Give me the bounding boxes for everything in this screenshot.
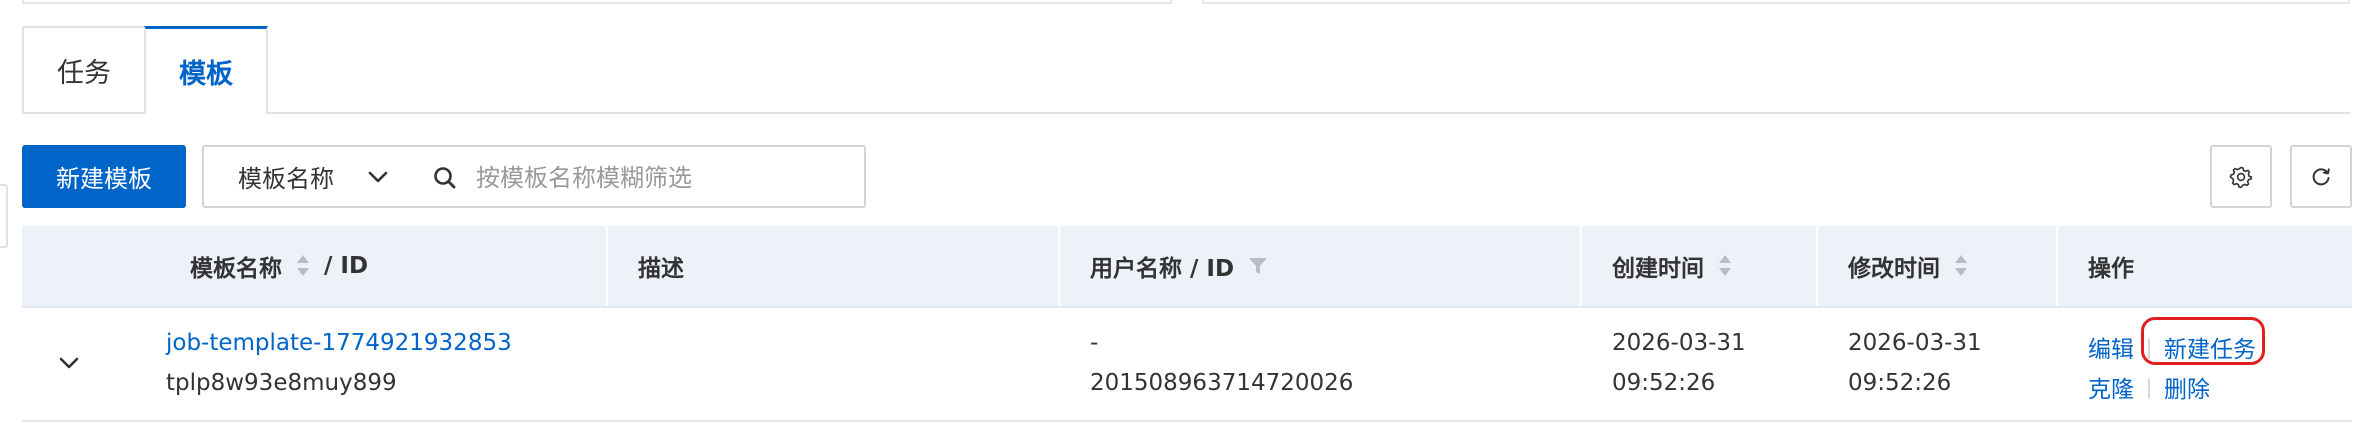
- chevron-down-icon: [368, 171, 388, 183]
- new-template-button[interactable]: 新建模板: [22, 145, 186, 208]
- actions-line-2: 克隆 删除: [2088, 370, 2210, 404]
- sort-icon[interactable]: [1718, 253, 1732, 279]
- refresh-button[interactable]: [2290, 145, 2352, 208]
- column-header-expand: [22, 226, 154, 306]
- action-divider: [2148, 339, 2150, 359]
- edit-link[interactable]: 编辑: [2088, 337, 2134, 363]
- sort-icon[interactable]: [1954, 253, 1968, 279]
- sort-icon[interactable]: [296, 253, 310, 279]
- table-header: 模板名称 / ID 描述 用户名称 / ID 创建时间 修改时间 操作: [22, 226, 2352, 308]
- settings-button[interactable]: [2210, 145, 2272, 208]
- modified-time: 09:52:26: [1848, 370, 1952, 396]
- template-id: tplp8w93e8muy899: [166, 370, 397, 396]
- actions-line-1: 编辑 新建任务: [2088, 330, 2256, 364]
- search-icon: [434, 167, 456, 189]
- column-header-created-label: 创建时间: [1612, 256, 1704, 282]
- tab-templates[interactable]: 模板: [144, 26, 268, 114]
- column-header-user-label: 用户名称 / ID: [1090, 256, 1235, 282]
- delete-link[interactable]: 删除: [2164, 377, 2210, 403]
- filter-field-select-value: 模板名称: [238, 165, 334, 193]
- row-modified-cell: 2026-03-31 09:52:26: [1818, 308, 2058, 420]
- column-header-actions: 操作: [2088, 256, 2134, 282]
- column-header-name-label: 模板名称: [190, 256, 282, 282]
- filter-icon[interactable]: [1248, 254, 1268, 278]
- modified-date: 2026-03-31: [1848, 330, 1982, 356]
- row-description-cell: [608, 308, 1060, 420]
- column-header-name-id: 模板名称 / ID: [154, 226, 608, 306]
- top-panel-edge-left: [22, 0, 1172, 4]
- column-header-modified-label: 修改时间: [1848, 256, 1940, 282]
- column-header-id-label: / ID: [324, 253, 369, 279]
- action-divider: [2148, 379, 2150, 399]
- row-actions-cell: 编辑 新建任务 克隆 删除: [2058, 308, 2352, 420]
- top-panel-edge-right: [1202, 0, 2350, 4]
- column-header-modified: 修改时间: [1818, 226, 2058, 306]
- gear-icon: [2229, 166, 2253, 188]
- column-header-user: 用户名称 / ID: [1060, 226, 1582, 306]
- row-name-cell: job-template-1774921932853 tplp8w93e8muy…: [22, 308, 608, 420]
- row-created-cell: 2026-03-31 09:52:26: [1582, 308, 1818, 420]
- tab-bar: 任务 模板: [22, 26, 2350, 114]
- side-panel-handle[interactable]: [0, 184, 8, 248]
- filter-field-select[interactable]: 模板名称: [202, 145, 408, 208]
- user-id: 201508963714720026: [1090, 370, 1354, 396]
- template-table: 模板名称 / ID 描述 用户名称 / ID 创建时间 修改时间 操作 job-…: [22, 226, 2352, 422]
- created-time: 09:52:26: [1612, 370, 1716, 396]
- template-name-link[interactable]: job-template-1774921932853: [166, 330, 512, 356]
- created-date: 2026-03-31: [1612, 330, 1746, 356]
- tab-tasks[interactable]: 任务: [22, 26, 146, 112]
- search-input[interactable]: [474, 155, 848, 201]
- page: 任务 模板 新建模板 模板名称 按模板名称模糊筛选 模板名称 / ID 描述 用…: [0, 0, 2372, 446]
- search-box: [406, 145, 866, 208]
- refresh-icon: [2312, 167, 2330, 185]
- clone-link[interactable]: 克隆: [2088, 377, 2134, 403]
- table-row: job-template-1774921932853 tplp8w93e8muy…: [22, 308, 2352, 422]
- user-name: -: [1090, 330, 1099, 356]
- column-header-created: 创建时间: [1582, 226, 1818, 306]
- new-task-link[interactable]: 新建任务: [2164, 337, 2256, 363]
- column-header-description: 描述: [608, 226, 1060, 306]
- row-user-cell: - 201508963714720026: [1060, 308, 1582, 420]
